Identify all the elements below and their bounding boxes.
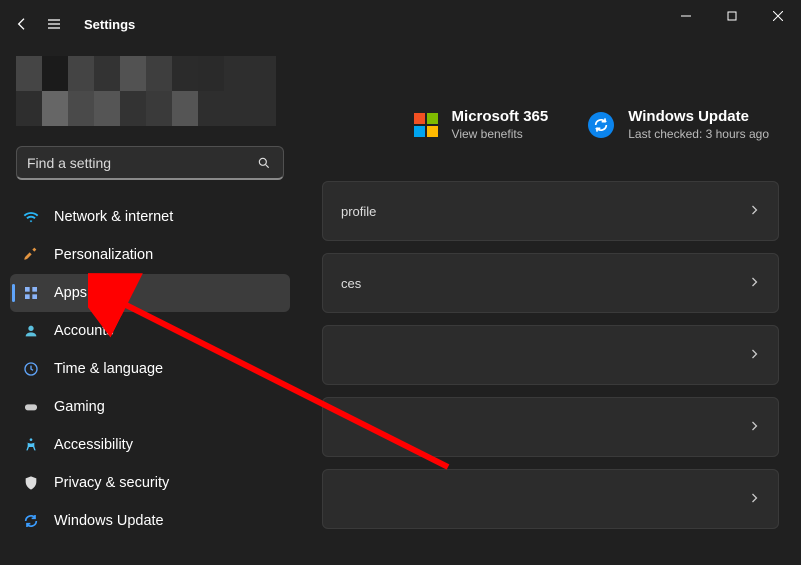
sidebar-item-gaming[interactable]: Gaming — [10, 388, 290, 426]
window-title: Settings — [84, 17, 135, 32]
sidebar-item-label: Privacy & security — [54, 475, 169, 491]
back-button[interactable] — [12, 14, 32, 34]
chevron-right-icon — [748, 492, 760, 507]
nav-list: Network & internet Personalization Apps Acc… — [0, 194, 300, 544]
search-icon — [255, 154, 273, 172]
sidebar-item-privacy[interactable]: Privacy & security — [10, 464, 290, 502]
card-label: profile — [341, 204, 376, 219]
clock-icon — [22, 360, 40, 378]
sidebar-item-wu[interactable]: Windows Update — [10, 502, 290, 540]
sidebar-item-accounts[interactable]: Accounts — [10, 312, 290, 350]
main-content: Microsoft 365 View benefits Windows Upda… — [300, 48, 801, 565]
sidebar-item-network[interactable]: Network & internet — [10, 198, 290, 236]
sidebar-item-label: Accounts — [54, 323, 114, 339]
chevron-right-icon — [748, 348, 760, 363]
sidebar-item-label: Accessibility — [54, 437, 133, 453]
brush-icon — [22, 246, 40, 264]
chevron-right-icon — [748, 276, 760, 291]
tile-windows-update[interactable]: Windows Update Last checked: 3 hours ago — [588, 108, 769, 141]
menu-icon[interactable] — [44, 14, 64, 34]
close-button[interactable] — [755, 0, 801, 32]
minimize-button[interactable] — [663, 0, 709, 32]
settings-card[interactable] — [322, 469, 779, 529]
window-controls — [663, 0, 801, 32]
sidebar-item-label: Gaming — [54, 399, 105, 415]
apps-icon — [22, 284, 40, 302]
account-block[interactable] — [0, 48, 300, 134]
tile-subtitle: View benefits — [452, 127, 549, 141]
sidebar-item-label: Network & internet — [54, 209, 173, 225]
search-input[interactable]: Find a setting — [16, 146, 284, 180]
settings-card[interactable]: ces — [322, 253, 779, 313]
sidebar-item-accessibility[interactable]: Accessibility — [10, 426, 290, 464]
settings-card[interactable] — [322, 325, 779, 385]
tile-subtitle: Last checked: 3 hours ago — [628, 127, 769, 141]
tile-microsoft-365[interactable]: Microsoft 365 View benefits — [414, 108, 549, 141]
accessibility-icon — [22, 436, 40, 454]
tile-title: Windows Update — [628, 108, 769, 125]
microsoft-logo-icon — [414, 113, 438, 137]
gamepad-icon — [22, 398, 40, 416]
maximize-button[interactable] — [709, 0, 755, 32]
chevron-right-icon — [748, 204, 760, 219]
sidebar-item-apps[interactable]: Apps — [10, 274, 290, 312]
settings-card[interactable] — [322, 397, 779, 457]
sidebar-item-time[interactable]: Time & language — [10, 350, 290, 388]
search-placeholder: Find a setting — [27, 155, 255, 171]
chevron-right-icon — [748, 420, 760, 435]
sidebar-item-label: Personalization — [54, 247, 153, 263]
sidebar-item-label: Time & language — [54, 361, 163, 377]
avatar-blurred — [16, 56, 276, 126]
shield-icon — [22, 474, 40, 492]
person-icon — [22, 322, 40, 340]
update-icon — [588, 112, 614, 138]
sidebar-item-label: Apps — [54, 285, 87, 301]
update-icon — [22, 512, 40, 530]
sidebar-item-label: Windows Update — [54, 513, 164, 529]
cards-list: profile ces — [322, 181, 779, 529]
tile-title: Microsoft 365 — [452, 108, 549, 125]
wifi-icon — [22, 208, 40, 226]
sidebar: Find a setting Network & internet Persona… — [0, 48, 300, 544]
settings-card[interactable]: profile — [322, 181, 779, 241]
sidebar-item-personalization[interactable]: Personalization — [10, 236, 290, 274]
card-label: ces — [341, 276, 361, 291]
